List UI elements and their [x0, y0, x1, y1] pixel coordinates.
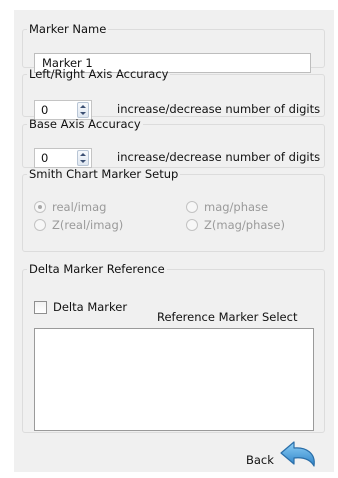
- marker-name-legend: Marker Name: [29, 22, 107, 36]
- delta-marker-checkbox[interactable]: [34, 301, 47, 314]
- radio-z-real-imag-label: Z(real/imag): [52, 218, 124, 232]
- base-accuracy-legend: Base Axis Accuracy: [29, 117, 141, 131]
- delta-marker-group: Delta Marker Reference Delta Marker Refe…: [22, 263, 325, 433]
- radio-real-imag-label: real/imag: [52, 200, 107, 214]
- radio-mag-phase-label: mag/phase: [204, 200, 269, 214]
- stepper-arrows-icon[interactable]: [77, 102, 89, 118]
- base-accuracy-value: 0: [41, 151, 49, 165]
- marker-name-group: Marker Name Marker 1: [22, 22, 325, 73]
- left-right-accuracy-legend: Left/Right Axis Accuracy: [29, 67, 169, 81]
- smith-chart-setup-legend: Smith Chart Marker Setup: [29, 167, 179, 181]
- radio-z-mag-phase-label: Z(mag/phase): [204, 218, 285, 232]
- back-button[interactable]: Back: [246, 453, 274, 467]
- base-accuracy-group: Base Axis Accuracy 0 increase/decrease n…: [22, 118, 325, 168]
- radio-z-mag-phase[interactable]: [186, 219, 198, 231]
- left-right-accuracy-value: 0: [41, 103, 49, 117]
- stepper-arrows-icon[interactable]: [77, 150, 89, 166]
- left-right-accuracy-group: Left/Right Axis Accuracy 0 increase/decr…: [22, 67, 325, 120]
- base-accuracy-hint: increase/decrease number of digits: [117, 150, 321, 164]
- left-right-accuracy-hint: increase/decrease number of digits: [117, 102, 321, 116]
- radio-real-imag[interactable]: [34, 201, 46, 213]
- base-accuracy-stepper[interactable]: 0: [34, 148, 92, 168]
- marker-settings-panel: Marker Name Marker 1 Left/Right Axis Acc…: [14, 10, 334, 472]
- delta-marker-checkbox-label: Delta Marker: [53, 300, 128, 314]
- back-arrow-icon[interactable]: [279, 438, 319, 470]
- radio-z-real-imag[interactable]: [34, 219, 46, 231]
- reference-marker-list[interactable]: [34, 328, 314, 431]
- radio-mag-phase[interactable]: [186, 201, 198, 213]
- reference-marker-select-label: Reference Marker Select: [157, 310, 298, 324]
- smith-chart-setup-group: Smith Chart Marker Setup real/imag mag/p…: [22, 168, 325, 252]
- delta-marker-legend: Delta Marker Reference: [29, 262, 165, 276]
